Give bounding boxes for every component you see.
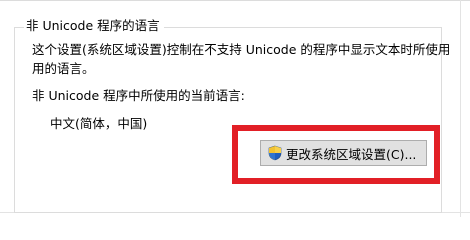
panel-right-edge [460, 0, 461, 217]
uac-shield-icon [268, 145, 282, 161]
description-line-2: 用的语言。 [32, 61, 95, 76]
change-system-locale-button[interactable]: 更改系统区域设置(C)... [260, 140, 427, 166]
current-language-label: 非 Unicode 程序中所使用的当前语言: [32, 88, 245, 103]
description-line-1: 这个设置(系统区域设置)控制在不支持 Unicode 的程序中显示文本时所使用 [32, 42, 451, 57]
groupbox-description: 这个设置(系统区域设置)控制在不支持 Unicode 的程序中显示文本时所使用 … [32, 40, 451, 78]
current-language-value: 中文(简体，中国) [50, 116, 148, 131]
groupbox-title: 非 Unicode 程序的语言 [24, 16, 164, 36]
panel-top-divider [0, 0, 470, 1]
change-system-locale-button-label: 更改系统区域设置(C)... [286, 146, 417, 162]
